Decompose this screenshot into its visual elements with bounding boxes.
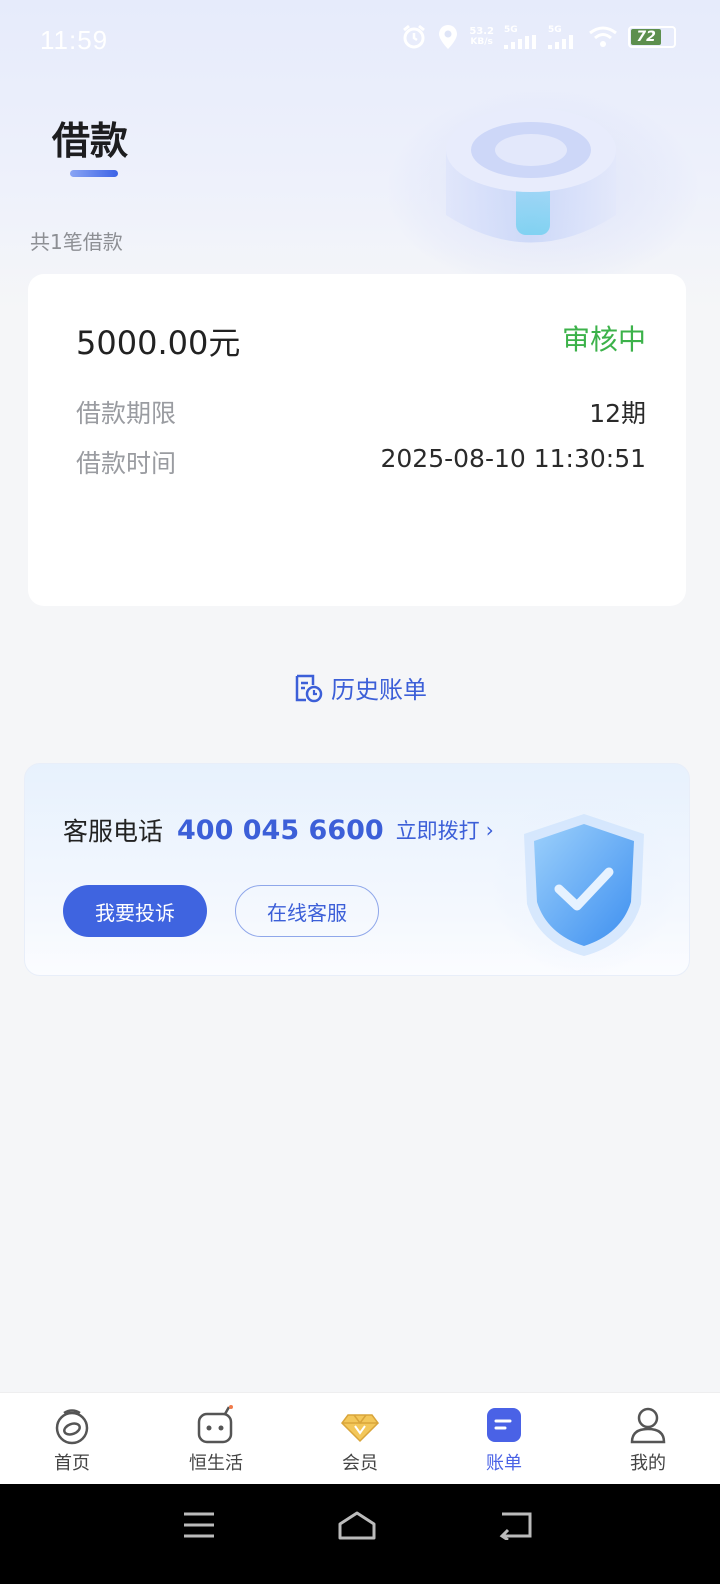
service-label: 客服电话 <box>63 817 164 846</box>
tab-member-label: 会员 <box>342 1453 378 1474</box>
signal-bars-icon <box>504 35 536 49</box>
diamond-icon <box>341 1414 379 1443</box>
signal-bars-icon <box>548 35 573 49</box>
tab-member[interactable]: 会员 <box>288 1393 432 1484</box>
loan-amount: 5000.00元 <box>76 324 241 362</box>
tab-home[interactable]: 首页 <box>0 1393 144 1484</box>
robot-face-icon <box>197 1405 233 1444</box>
signal-1: 5G <box>504 25 538 49</box>
loan-count: 共1笔借款 <box>30 230 123 254</box>
system-nav-bar <box>0 1484 720 1584</box>
location-icon <box>439 25 458 49</box>
service-phone-row: 客服电话 400 045 6600 立即拨打 › <box>63 812 494 848</box>
call-now-link[interactable]: 立即拨打 <box>396 815 480 845</box>
tab-mine[interactable]: 我的 <box>576 1393 720 1484</box>
online-service-button[interactable]: 在线客服 <box>235 885 379 937</box>
loan-card[interactable]: 5000.00元 审核中 借款期限 12期 借款时间 2025-08-10 11… <box>28 274 686 606</box>
history-bill-link[interactable]: 历史账单 <box>0 670 720 705</box>
tab-home-label: 首页 <box>54 1453 90 1474</box>
service-phone-number[interactable]: 400 045 6600 <box>177 815 384 846</box>
battery-fill: 72 <box>631 29 662 45</box>
loan-term-value: 12期 <box>589 399 646 428</box>
history-bill-icon <box>295 674 323 702</box>
wifi-icon <box>589 26 617 47</box>
bill-icon <box>487 1408 521 1442</box>
tab-life-label: 恒生活 <box>189 1453 243 1474</box>
title-underline <box>70 170 118 177</box>
customer-service-card: 客服电话 400 045 6600 立即拨打 › 我要投诉 在线客服 <box>24 763 690 976</box>
status-time: 11:59 <box>40 24 109 55</box>
loan-term-label: 借款期限 <box>76 399 177 428</box>
status-icons: 53.2 KB/s 5G 5G 72 <box>401 24 676 50</box>
network-speed: 53.2 KB/s <box>469 26 494 47</box>
menu-icon[interactable] <box>182 1510 216 1540</box>
tab-bill-label: 账单 <box>486 1453 522 1474</box>
decor-cylinder-icon <box>446 108 616 243</box>
loan-time-value: 2025-08-10 11:30:51 <box>380 444 646 473</box>
profile-icon <box>630 1407 666 1444</box>
battery-indicator: 72 <box>628 26 676 48</box>
back-icon[interactable] <box>498 1510 534 1540</box>
page-title: 借款 <box>52 119 129 163</box>
tab-bill[interactable]: 账单 <box>432 1393 576 1484</box>
history-bill-label: 历史账单 <box>331 676 427 704</box>
complain-button[interactable]: 我要投诉 <box>63 885 207 937</box>
home-icon[interactable] <box>337 1510 377 1542</box>
signal-2: 5G <box>548 25 578 49</box>
tab-mine-label: 我的 <box>630 1453 666 1474</box>
alarm-icon <box>403 24 426 49</box>
loan-status-badge: 审核中 <box>561 323 646 356</box>
tab-life[interactable]: 恒生活 <box>144 1393 288 1484</box>
bottom-tab-bar: 首页 恒生活 会员 账单 我的 <box>0 1392 720 1484</box>
shield-check-icon <box>492 794 676 974</box>
loan-time-label: 借款时间 <box>76 449 177 478</box>
home-money-icon <box>55 1409 89 1445</box>
status-bar: 11:59 53.2 KB/s 5G 5G 72 <box>0 0 720 80</box>
